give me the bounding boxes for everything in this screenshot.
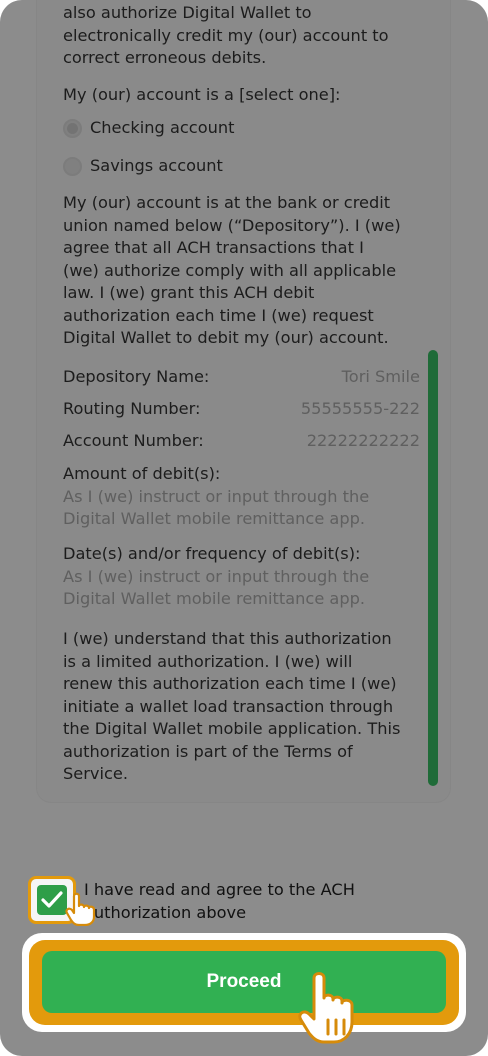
agree-checkbox[interactable] bbox=[37, 885, 67, 915]
text-line: electronically credit my (our) account t… bbox=[63, 25, 389, 45]
radio-savings-label: Savings account bbox=[90, 156, 223, 175]
pointer-hand-icon bbox=[65, 892, 96, 926]
text-line: (we) authorize comply with all applicabl… bbox=[63, 260, 397, 280]
date-label: Date(s) and/or frequency of debit(s): bbox=[63, 544, 361, 563]
scrollbar[interactable] bbox=[428, 350, 438, 786]
text-line: renew this authorization each time I (we… bbox=[63, 674, 397, 693]
agree-label-line: I have read and agree to the ACH bbox=[84, 880, 355, 899]
text-line: I (we) understand that this authorizatio… bbox=[63, 629, 392, 648]
pointer-hand-icon bbox=[298, 972, 354, 1044]
field-label: Routing Number: bbox=[63, 399, 201, 418]
radio-savings[interactable]: Savings account bbox=[63, 155, 223, 178]
field-value: Tori Smile bbox=[341, 367, 420, 386]
agree-row[interactable]: I have read and agree to the ACH authori… bbox=[28, 876, 448, 928]
account-type-prompt: My (our) account is a [select one]: bbox=[63, 85, 341, 104]
text-line: Service. bbox=[63, 764, 128, 783]
intro-paragraph: also authorize Digital Wallet to electro… bbox=[63, 2, 419, 70]
check-icon bbox=[41, 891, 63, 908]
text-line: also authorize Digital Wallet to bbox=[63, 3, 312, 22]
text-line: My (our) account is at the bank or credi… bbox=[63, 193, 391, 212]
proceed-highlight: Proceed bbox=[22, 933, 466, 1032]
date-value: As I (we) instruct or input through the bbox=[63, 566, 370, 586]
text-line: authorization each time I (we) request bbox=[63, 305, 374, 325]
text-line: the Digital Wallet mobile application. T… bbox=[63, 719, 401, 738]
radio-checking-label: Checking account bbox=[90, 118, 235, 137]
text-line: initiate a wallet load transaction throu… bbox=[63, 696, 394, 716]
field-value: 55555555-222 bbox=[300, 399, 420, 418]
depository-paragraph: My (our) account is at the bank or credi… bbox=[63, 192, 419, 350]
amount-value: Digital Wallet mobile remittance app. bbox=[63, 509, 366, 528]
proceed-button[interactable]: Proceed bbox=[42, 951, 446, 1013]
field-label: Depository Name: bbox=[63, 367, 210, 386]
radio-checking[interactable]: Checking account bbox=[63, 117, 234, 140]
field-value: 22222222222 bbox=[306, 431, 420, 450]
proceed-ring: Proceed bbox=[29, 940, 459, 1025]
field-account-number: Account Number: 22222222222 bbox=[63, 430, 420, 453]
text-line: is a limited authorization. I (we) will bbox=[63, 651, 353, 671]
field-routing-number: Routing Number: 55555555-222 bbox=[63, 398, 420, 421]
agree-label-line: authorization above bbox=[84, 903, 247, 922]
field-depository-name: Depository Name: Tori Smile bbox=[63, 366, 420, 389]
amount-label: Amount of debit(s): bbox=[63, 464, 221, 483]
text-line: correct erroneous debits. bbox=[63, 48, 267, 67]
agree-label: I have read and agree to the ACH authori… bbox=[84, 878, 424, 924]
text-line: agree that all ACH transactions that I bbox=[63, 238, 364, 257]
screen: also authorize Digital Wallet to electro… bbox=[0, 0, 488, 1056]
closing-paragraph: I (we) understand that this authorizatio… bbox=[63, 628, 419, 786]
amount-section: Amount of debit(s): As I (we) instruct o… bbox=[63, 463, 419, 531]
text-line: union named below (“Depository”). I (we) bbox=[63, 215, 401, 235]
radio-checking-indicator[interactable] bbox=[63, 118, 82, 138]
radio-savings-indicator[interactable] bbox=[63, 156, 82, 176]
text-line: law. I (we) grant this ACH debit bbox=[63, 283, 315, 302]
amount-value: As I (we) instruct or input through the bbox=[63, 486, 370, 506]
field-label: Account Number: bbox=[63, 431, 204, 450]
text-line: authorization is part of the Terms of bbox=[63, 741, 353, 761]
text-line: Digital Wallet to debit my (our) account… bbox=[63, 328, 389, 347]
date-section: Date(s) and/or frequency of debit(s): As… bbox=[63, 543, 419, 611]
date-value: Digital Wallet mobile remittance app. bbox=[63, 589, 366, 608]
